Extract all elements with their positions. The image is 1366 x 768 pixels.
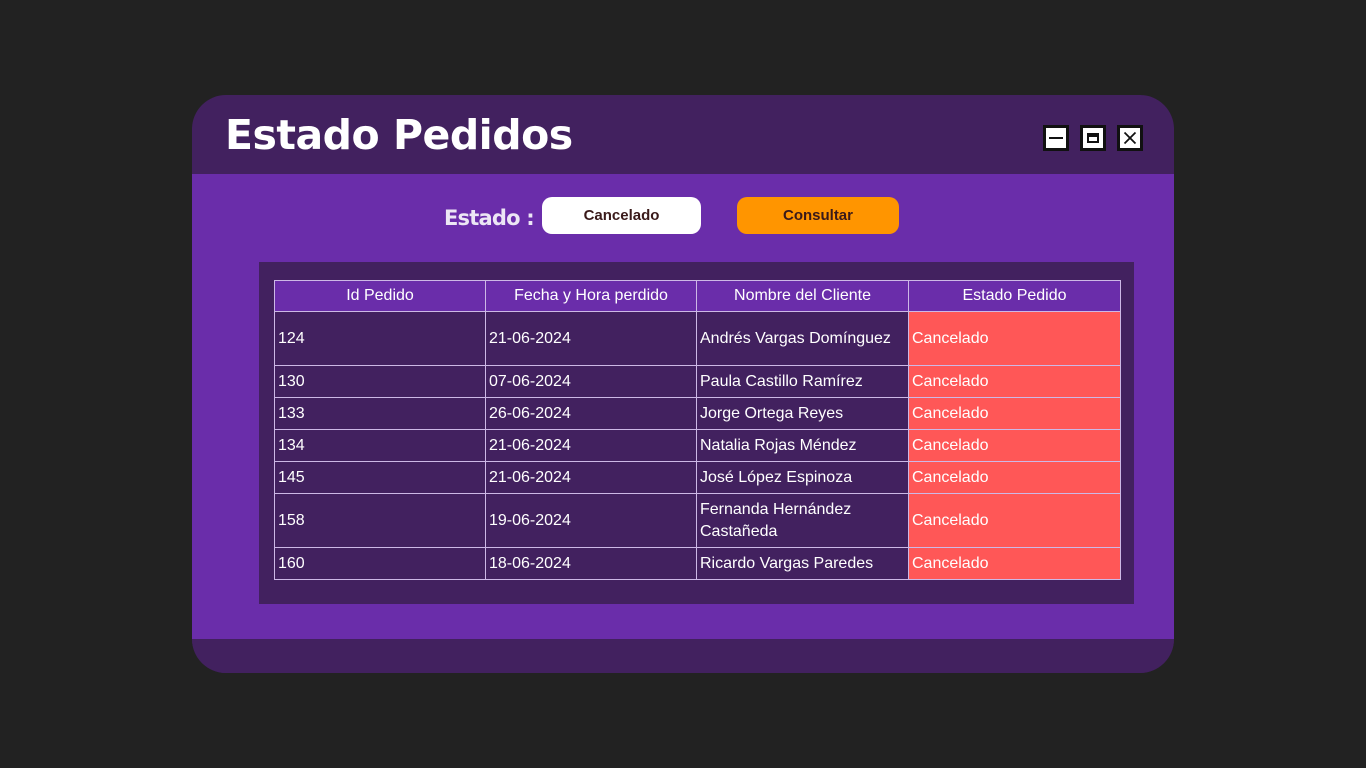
- status-filter-select[interactable]: Cancelado: [542, 197, 701, 234]
- cell-fecha: 18-06-2024: [485, 547, 697, 580]
- window-title: Estado Pedidos: [225, 111, 573, 159]
- close-icon: [1123, 131, 1137, 145]
- table-row[interactable]: 134 21-06-2024 Natalia Rojas Méndez Canc…: [274, 429, 1121, 462]
- window-controls: [1044, 126, 1142, 150]
- cell-cliente: Natalia Rojas Méndez: [696, 429, 909, 462]
- cell-cliente: Ricardo Vargas Paredes: [696, 547, 909, 580]
- minimize-icon: [1049, 137, 1063, 139]
- table-row[interactable]: 124 21-06-2024 Andrés Vargas Domínguez C…: [274, 311, 1121, 366]
- cell-cliente: Andrés Vargas Domínguez: [696, 311, 909, 366]
- cell-cliente: Paula Castillo Ramírez: [696, 365, 909, 398]
- cell-id: 160: [274, 547, 486, 580]
- cell-estado: Cancelado: [908, 547, 1121, 580]
- minimize-button[interactable]: [1044, 126, 1068, 150]
- cell-cliente: Fernanda Hernández Castañeda: [696, 493, 909, 548]
- cell-fecha: 26-06-2024: [485, 397, 697, 430]
- header-estado-pedido: Estado Pedido: [908, 280, 1121, 312]
- consult-button[interactable]: Consultar: [737, 197, 899, 234]
- table-row[interactable]: 130 07-06-2024 Paula Castillo Ramírez Ca…: [274, 365, 1121, 398]
- maximize-icon: [1087, 133, 1099, 143]
- title-bar: Estado Pedidos: [192, 95, 1174, 174]
- cell-estado: Cancelado: [908, 365, 1121, 398]
- orders-table: Id Pedido Fecha y Hora perdido Nombre de…: [274, 280, 1121, 580]
- cell-id: 130: [274, 365, 486, 398]
- table-row[interactable]: 133 26-06-2024 Jorge Ortega Reyes Cancel…: [274, 397, 1121, 430]
- cell-id: 134: [274, 429, 486, 462]
- cell-id: 145: [274, 461, 486, 494]
- table-row[interactable]: 160 18-06-2024 Ricardo Vargas Paredes Ca…: [274, 547, 1121, 580]
- header-id-pedido: Id Pedido: [274, 280, 486, 312]
- cell-fecha: 21-06-2024: [485, 311, 697, 366]
- cell-estado: Cancelado: [908, 311, 1121, 366]
- cell-id: 158: [274, 493, 486, 548]
- close-button[interactable]: [1118, 126, 1142, 150]
- table-row[interactable]: 158 19-06-2024 Fernanda Hernández Castañ…: [274, 493, 1121, 548]
- cell-estado: Cancelado: [908, 397, 1121, 430]
- maximize-button[interactable]: [1081, 126, 1105, 150]
- orders-table-panel: Id Pedido Fecha y Hora perdido Nombre de…: [259, 262, 1134, 604]
- header-nombre-cliente: Nombre del Cliente: [696, 280, 909, 312]
- main-content: Estado : Cancelado Consultar Id Pedido F…: [192, 174, 1174, 639]
- cell-cliente: José López Espinoza: [696, 461, 909, 494]
- cell-cliente: Jorge Ortega Reyes: [696, 397, 909, 430]
- window-footer: [192, 639, 1174, 673]
- cell-fecha: 21-06-2024: [485, 429, 697, 462]
- cell-fecha: 19-06-2024: [485, 493, 697, 548]
- cell-id: 133: [274, 397, 486, 430]
- cell-id: 124: [274, 311, 486, 366]
- cell-estado: Cancelado: [908, 429, 1121, 462]
- cell-fecha: 21-06-2024: [485, 461, 697, 494]
- table-row[interactable]: 145 21-06-2024 José López Espinoza Cance…: [274, 461, 1121, 494]
- status-filter-label: Estado :: [444, 206, 535, 230]
- table-header-row: Id Pedido Fecha y Hora perdido Nombre de…: [274, 280, 1121, 312]
- cell-estado: Cancelado: [908, 461, 1121, 494]
- cell-estado: Cancelado: [908, 493, 1121, 548]
- cell-fecha: 07-06-2024: [485, 365, 697, 398]
- header-fecha-hora: Fecha y Hora perdido: [485, 280, 697, 312]
- order-status-window: Estado Pedidos Estado : Cancelado Consul…: [192, 95, 1174, 673]
